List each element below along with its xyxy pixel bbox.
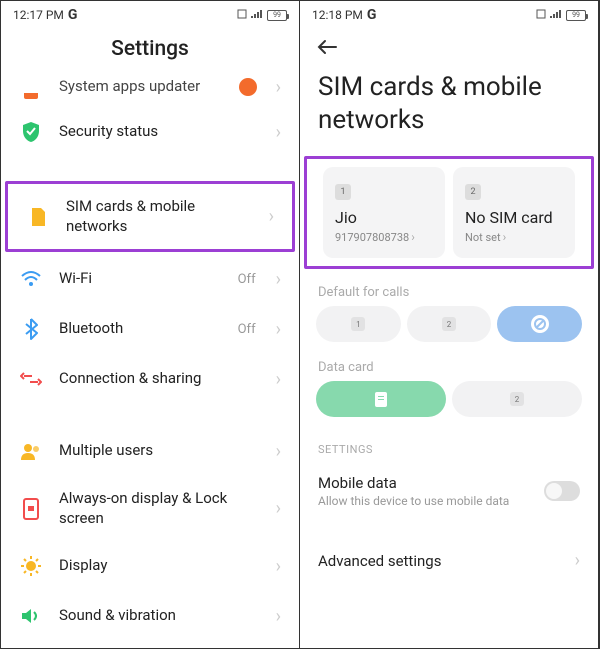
item-label: SIM cards & mobile networks <box>66 197 253 236</box>
highlight-sim-row: SIM cards & mobile networks › <box>5 181 295 252</box>
list-item-connection[interactable]: Connection & sharing › <box>1 354 299 404</box>
call-pill-sim2[interactable]: 2 <box>407 306 492 342</box>
wifi-icon <box>19 267 43 291</box>
chevron-right-icon: › <box>276 606 281 627</box>
status-bar: 12:17 PM G 99 <box>1 1 299 29</box>
chevron-right-icon: › <box>276 269 281 290</box>
sound-icon <box>19 604 43 628</box>
chevron-right-icon: › <box>276 319 281 340</box>
chevron-right-icon: › <box>503 230 507 244</box>
google-icon: G <box>367 7 377 23</box>
list-item-always-on[interactable]: Always-on display & Lock screen › <box>1 476 299 541</box>
sim-icon <box>26 205 50 229</box>
status-bar: 12:18 PM G 99 <box>300 1 598 29</box>
chevron-right-icon: › <box>276 122 281 143</box>
chevron-right-icon: › <box>276 441 281 462</box>
sim-card-1[interactable]: 1 Jio 917907808738› <box>323 167 445 258</box>
display-icon <box>19 554 43 578</box>
bluetooth-icon <box>19 317 43 341</box>
settings-header: SETTINGS <box>300 425 598 464</box>
updater-icon <box>19 75 43 99</box>
section-data-card: Data card <box>300 350 598 381</box>
sim-card-2[interactable]: 2 No SIM card Not set› <box>453 167 575 258</box>
left-phone: 12:17 PM G 99 Settings System apps updat… <box>1 1 300 648</box>
highlight-sim-cards: 1 Jio 917907808738› 2 No SIM card Not se… <box>304 156 594 269</box>
item-label: Multiple users <box>59 441 260 461</box>
list-item-notifications[interactable]: Notifications & Control › <box>1 641 299 648</box>
sim-name: Jio <box>335 208 433 227</box>
setting-title: Advanced settings <box>318 552 575 570</box>
pill-row-calls: 1 2 <box>300 306 598 350</box>
sim-number: 917907808738› <box>335 230 433 244</box>
setting-mobile-data[interactable]: Mobile data Allow this device to use mob… <box>300 464 598 518</box>
battery-icon: 99 <box>267 10 287 21</box>
section-default-calls: Default for calls <box>300 275 598 306</box>
item-label: Bluetooth <box>59 319 222 339</box>
item-label: Wi-Fi <box>59 269 222 289</box>
data-icon <box>536 8 546 22</box>
item-label: Display <box>59 556 260 576</box>
chevron-right-icon: › <box>276 498 281 519</box>
warning-icon <box>236 75 260 99</box>
sim-card-icon <box>375 392 387 407</box>
list-item-system-apps[interactable]: System apps updater › <box>1 75 299 107</box>
setting-title: Mobile data <box>318 474 544 492</box>
right-phone: 12:18 PM G 99 SIM cards & mobile network… <box>300 1 599 648</box>
item-value: Off <box>238 272 256 287</box>
chevron-right-icon: › <box>411 230 415 244</box>
item-label: Security status <box>59 122 260 142</box>
call-pill-sim1[interactable]: 1 <box>316 306 401 342</box>
page-title: Settings <box>1 29 299 75</box>
chevron-right-icon: › <box>276 556 281 577</box>
setting-subtitle: Allow this device to use mobile data <box>318 494 544 508</box>
sim-badge: 2 <box>465 184 481 200</box>
google-icon: G <box>68 7 78 23</box>
data-pill-sim1[interactable] <box>316 381 446 417</box>
setting-advanced[interactable]: Advanced settings › <box>300 540 598 581</box>
signal-icon <box>549 8 563 22</box>
sim-name: No SIM card <box>465 208 563 227</box>
signal-icon <box>250 8 264 22</box>
page-title: SIM cards & mobile networks <box>300 63 598 154</box>
lock-screen-icon <box>19 497 43 521</box>
list-item-bluetooth[interactable]: Bluetooth Off › <box>1 304 299 354</box>
list-item-multiple-users[interactable]: Multiple users › <box>1 426 299 476</box>
arrow-left-icon <box>316 39 338 55</box>
item-label: System apps updater <box>59 77 220 97</box>
data-pill-sim2[interactable]: 2 <box>452 381 582 417</box>
call-pill-ask[interactable] <box>497 306 582 342</box>
battery-icon: 99 <box>566 10 586 21</box>
users-icon <box>19 439 43 463</box>
status-time: 12:17 PM <box>13 8 64 22</box>
share-icon <box>19 367 43 391</box>
list-item-sim[interactable]: SIM cards & mobile networks › <box>8 184 292 249</box>
disable-icon <box>531 315 549 333</box>
item-label: Always-on display & Lock screen <box>59 489 260 528</box>
item-value: Off <box>238 322 256 337</box>
chevron-right-icon: › <box>276 77 281 98</box>
sim-status: Not set› <box>465 230 563 244</box>
toggle-mobile-data[interactable] <box>544 481 580 501</box>
status-time: 12:18 PM <box>312 8 363 22</box>
chevron-right-icon: › <box>276 369 281 390</box>
data-icon <box>237 8 247 22</box>
pill-row-data: 2 <box>300 381 598 425</box>
list-item-wifi[interactable]: Wi-Fi Off › <box>1 254 299 304</box>
list-item-security[interactable]: Security status › <box>1 107 299 157</box>
item-label: Sound & vibration <box>59 606 260 626</box>
chevron-right-icon: › <box>575 550 580 571</box>
shield-icon <box>19 120 43 144</box>
chevron-right-icon: › <box>269 206 274 227</box>
sim-badge: 1 <box>335 184 351 200</box>
list-item-sound[interactable]: Sound & vibration › <box>1 591 299 641</box>
item-label: Connection & sharing <box>59 369 260 389</box>
list-item-display[interactable]: Display › <box>1 541 299 591</box>
back-button[interactable] <box>300 29 598 63</box>
